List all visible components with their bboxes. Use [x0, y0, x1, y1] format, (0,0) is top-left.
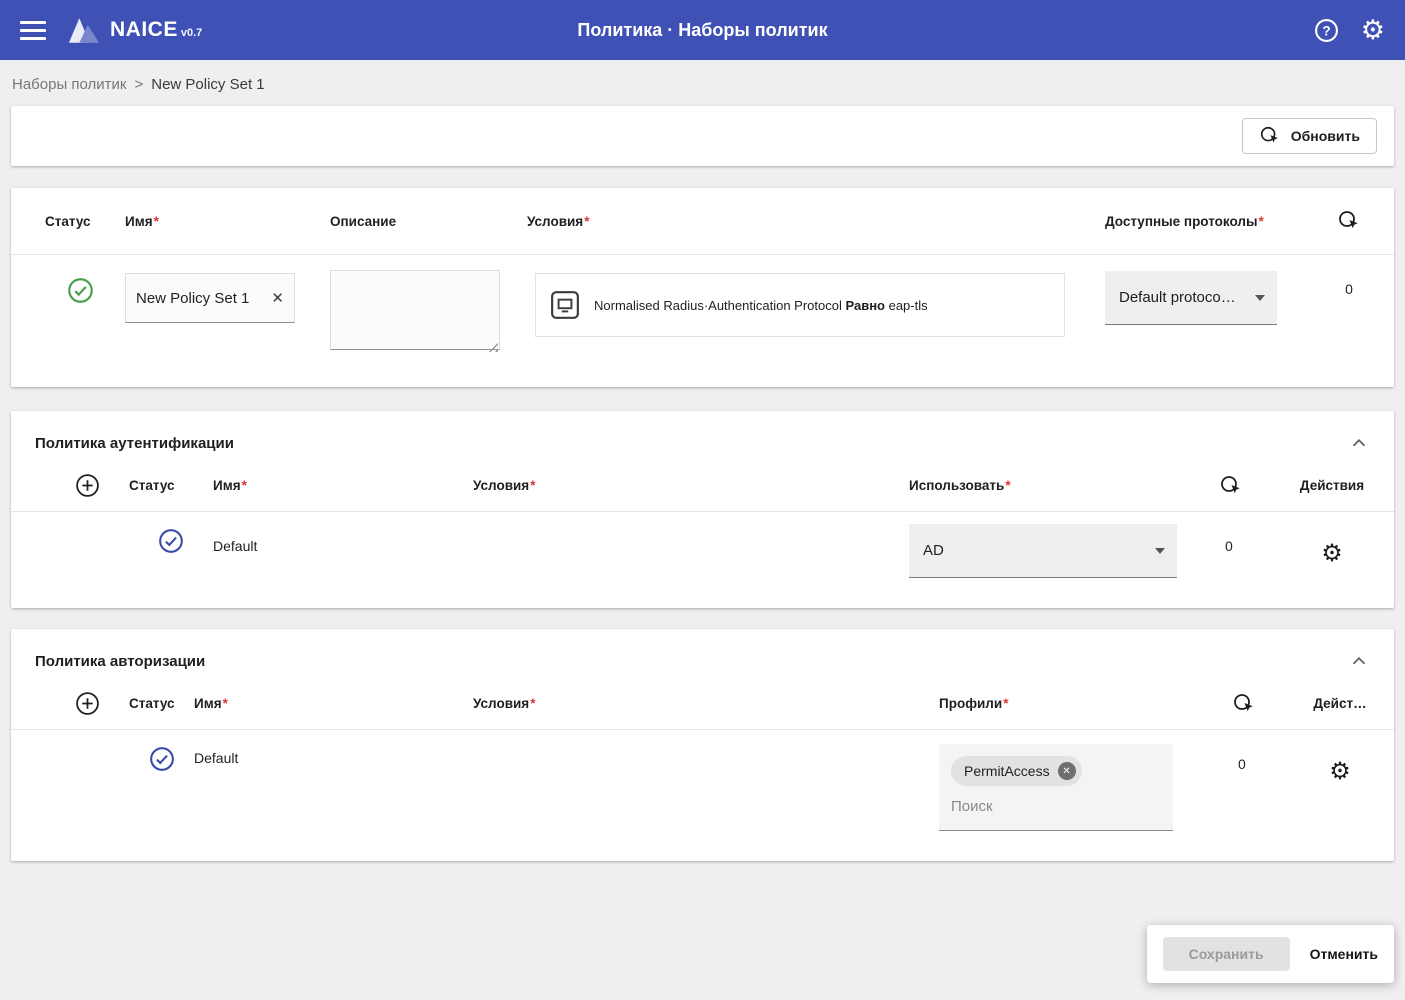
policy-set-row: Normalised Radius·Authentication Protoco… [11, 255, 1394, 387]
profiles-chips-field[interactable]: PermitAccess [939, 744, 1173, 831]
required-marker: * [1005, 478, 1010, 493]
page-title: Политика · Наборы политик [0, 20, 1405, 41]
column-header-protocols: Доступные протоколы* [1105, 214, 1328, 229]
policy-set-name-field[interactable] [125, 273, 295, 323]
column-header-profiles: Профили* [939, 696, 1232, 711]
refresh-button-label: Обновить [1291, 128, 1360, 144]
policy-set-table: Статус Имя* Описание Условия* Доступные … [11, 188, 1394, 387]
policy-set-hits-count: 0 [1328, 269, 1370, 297]
profile-chip[interactable]: PermitAccess [951, 756, 1082, 786]
description-field [330, 270, 500, 355]
rule-name: Default [194, 742, 473, 766]
remove-chip-icon[interactable] [1058, 762, 1076, 780]
required-marker: * [530, 478, 535, 493]
chevron-down-icon [1255, 295, 1265, 301]
authentication-header-row: Статус Имя* Условия* Использовать* Дейст… [11, 460, 1394, 512]
identity-store-select[interactable]: AD [909, 524, 1177, 578]
required-marker: * [154, 214, 159, 229]
hits-column-icon [1328, 209, 1370, 233]
authentication-policy-title: Политика аутентификации [35, 435, 234, 452]
rule-hits-count: 0 [1219, 524, 1294, 554]
required-marker: * [1259, 214, 1264, 229]
required-marker: * [584, 214, 589, 229]
app-logo-icon [68, 17, 100, 44]
description-textarea[interactable] [330, 270, 500, 350]
protocols-select-value: Default protoco… [1119, 289, 1236, 306]
required-marker: * [242, 478, 247, 493]
footer-actions: Сохранить Отменить [1147, 925, 1394, 983]
policy-set-status-icon[interactable] [45, 269, 125, 304]
rule-name: Default [213, 524, 473, 554]
column-header-actions: Дейст… [1310, 696, 1370, 711]
authorization-policy-title: Политика авторизации [35, 653, 205, 670]
condition-text: Normalised Radius·Authentication Protoco… [594, 298, 928, 313]
breadcrumb-policy-sets[interactable]: Наборы политик [12, 76, 126, 93]
column-header-conditions: Условия* [527, 214, 1105, 229]
app-bar: NAICE v0.7 Политика · Наборы политик ? [0, 0, 1405, 60]
identity-store-value: AD [923, 542, 944, 559]
column-header-status: Статус [129, 696, 194, 711]
condition-editor-icon [550, 290, 580, 320]
clear-name-icon[interactable] [271, 289, 284, 307]
column-header-conditions: Условия* [473, 478, 909, 493]
rule-status-icon[interactable] [129, 742, 194, 772]
cancel-button[interactable]: Отменить [1310, 946, 1378, 962]
chevron-down-icon [1155, 548, 1165, 554]
protocols-select[interactable]: Default protoco… [1105, 271, 1277, 325]
hits-refresh-icon [1259, 125, 1281, 147]
column-header-description: Описание [330, 214, 527, 229]
policy-set-condition[interactable]: Normalised Radius·Authentication Protoco… [535, 273, 1065, 337]
profiles-search-input[interactable] [951, 798, 1141, 815]
help-icon[interactable]: ? [1314, 18, 1339, 43]
column-header-conditions: Условия* [473, 696, 939, 711]
toolbar-card: Обновить [11, 106, 1394, 166]
save-button[interactable]: Сохранить [1163, 937, 1290, 971]
column-header-actions: Действия [1294, 478, 1370, 493]
required-marker: * [530, 696, 535, 711]
column-header-name: Имя* [125, 214, 330, 229]
column-header-status: Статус [45, 214, 125, 229]
rule-hits-count: 0 [1232, 742, 1310, 772]
required-marker: * [223, 696, 228, 711]
required-marker: * [1003, 696, 1008, 711]
breadcrumb: Наборы политик > New Policy Set 1 [0, 60, 1405, 106]
column-header-name: Имя* [194, 696, 473, 711]
authentication-policy-section: Политика аутентификации Статус Имя* Усло… [11, 411, 1394, 608]
authorization-rule-row: Default PermitAccess 0 [11, 730, 1394, 861]
app-version: v0.7 [181, 27, 202, 39]
add-rule-icon[interactable] [45, 473, 129, 498]
svg-text:?: ? [1322, 23, 1330, 38]
authorization-policy-section: Политика авторизации Статус Имя* Условия… [11, 629, 1394, 861]
authorization-header-row: Статус Имя* Условия* Профили* Дейст… [11, 678, 1394, 730]
hits-column-icon [1219, 474, 1294, 498]
hamburger-menu-icon[interactable] [20, 21, 46, 40]
app-name: NAICE [110, 18, 178, 42]
rule-status-icon[interactable] [129, 524, 213, 554]
breadcrumb-separator: > [134, 76, 143, 93]
rule-actions-gear-icon[interactable] [1329, 760, 1351, 784]
profile-chip-label: PermitAccess [964, 763, 1050, 779]
rule-actions-gear-icon[interactable] [1321, 542, 1343, 566]
collapse-chevron-up-icon[interactable] [1348, 432, 1370, 454]
policy-set-name-input[interactable] [136, 290, 271, 307]
add-rule-icon[interactable] [45, 691, 129, 716]
column-header-use: Использовать* [909, 478, 1219, 493]
hits-column-icon [1232, 692, 1310, 716]
policy-set-header-row: Статус Имя* Описание Условия* Доступные … [11, 188, 1394, 255]
authentication-rule-row: Default AD 0 [11, 512, 1394, 608]
column-header-status: Статус [129, 478, 213, 493]
settings-gear-icon[interactable] [1361, 17, 1385, 44]
breadcrumb-current: New Policy Set 1 [151, 76, 264, 93]
collapse-chevron-up-icon[interactable] [1348, 650, 1370, 672]
column-header-name: Имя* [213, 478, 473, 493]
refresh-hits-button[interactable]: Обновить [1242, 118, 1377, 154]
